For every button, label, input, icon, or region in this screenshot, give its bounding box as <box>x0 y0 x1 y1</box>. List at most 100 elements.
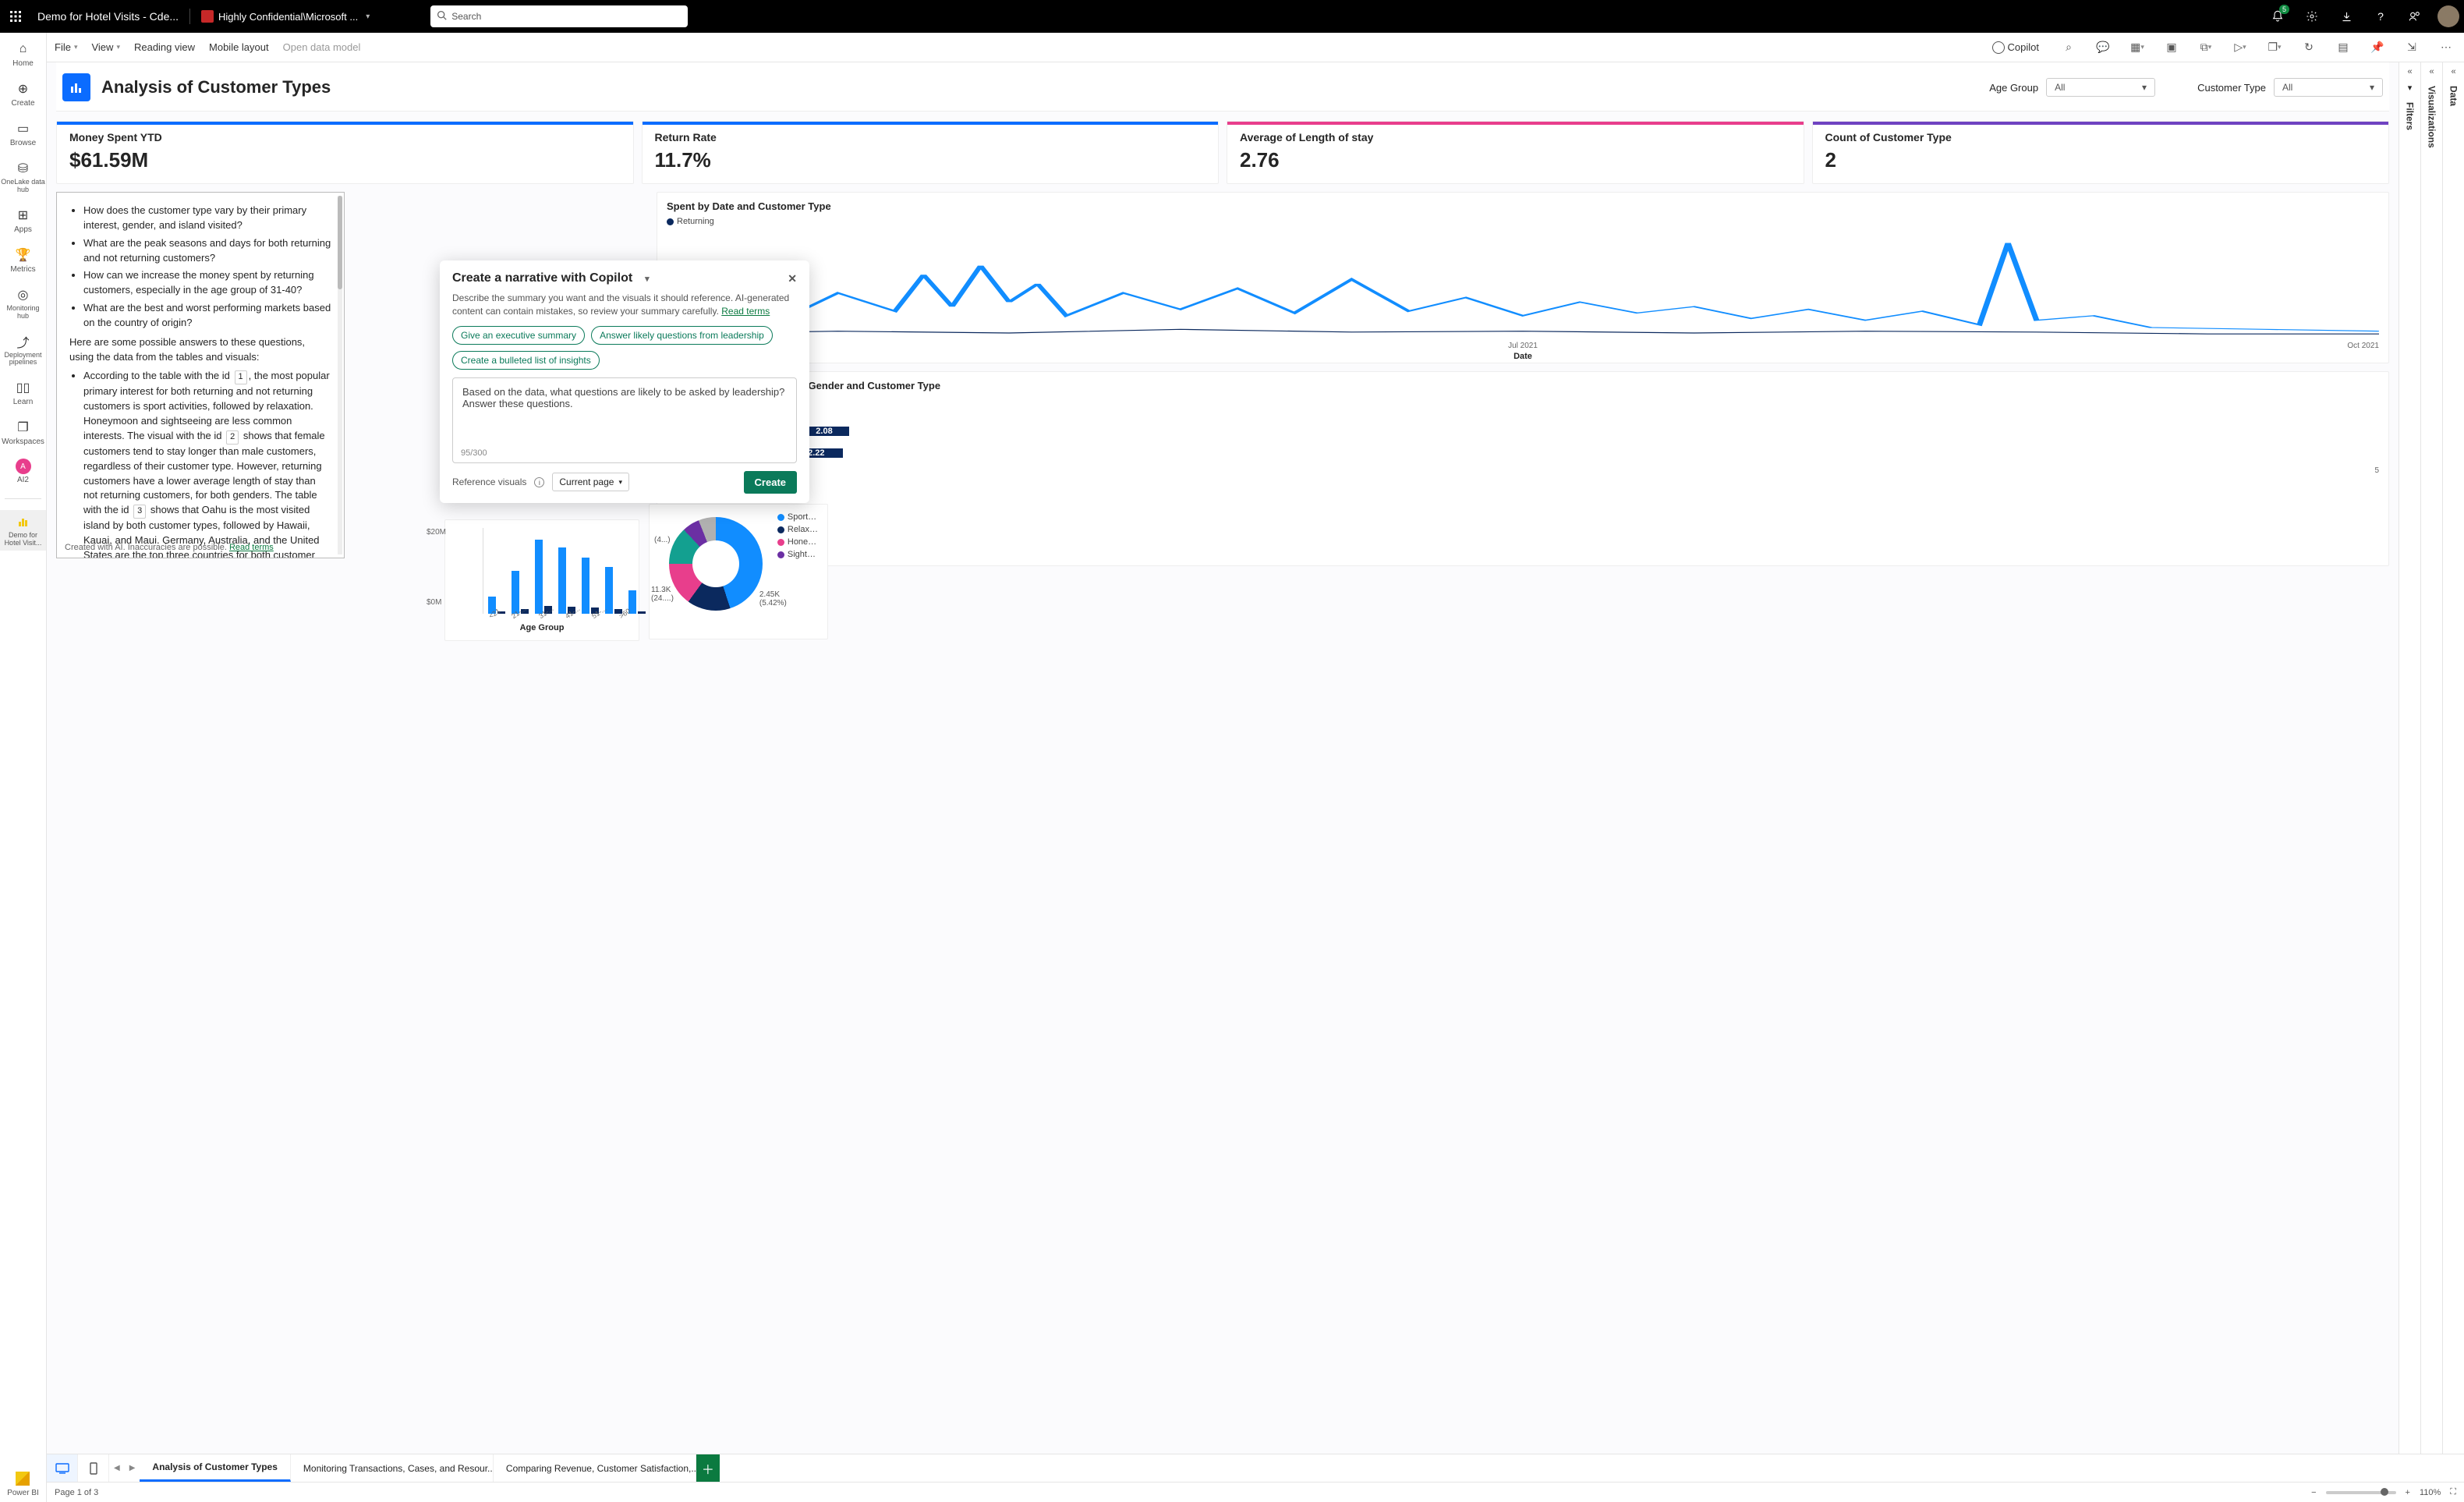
nav-active-report[interactable]: Demo for Hotel Visit... <box>0 510 46 551</box>
bar-chart-card[interactable]: $20M $0M <2121-...31-...41-...51-...>60 <box>444 519 639 641</box>
plus-circle-icon: ⊕ <box>15 80 32 97</box>
menu-view[interactable]: View▾ <box>91 41 119 53</box>
help-icon[interactable]: ? <box>2369 5 2392 28</box>
mobile-layout-button[interactable]: Mobile layout <box>209 41 269 53</box>
prompt-textarea[interactable]: Based on the data, what questions are li… <box>452 377 797 463</box>
suggestion-chip[interactable]: Answer likely questions from leadership <box>591 326 773 345</box>
menu-file[interactable]: File▾ <box>55 41 77 53</box>
x-axis: Apr 2021Jul 2021Oct 2021 <box>667 342 2379 350</box>
nav-onelake[interactable]: ⛁OneLake data hub <box>0 157 46 197</box>
shield-icon <box>201 10 214 23</box>
duplicate-icon[interactable]: ❐▾ <box>2264 37 2285 58</box>
scrollbar[interactable] <box>338 196 342 554</box>
area-chart[interactable] <box>667 229 2379 338</box>
donut-chart-card[interactable]: (4...) 11.3K(24....) 2.45K(5.42%) Sport…… <box>649 504 828 639</box>
tab-nav-prev[interactable]: ◀ <box>109 1454 125 1482</box>
kpi-customer-types[interactable]: Count of Customer Type2 <box>1812 121 2390 184</box>
expand-icon[interactable]: « <box>2451 67 2455 76</box>
chevron-down-icon[interactable]: ▾ <box>363 12 373 21</box>
expand-icon[interactable]: « <box>2407 67 2412 76</box>
read-terms-link[interactable]: Read terms <box>229 543 274 552</box>
workspaces-icon: ❐ <box>15 419 32 436</box>
present-icon[interactable]: ▷▾ <box>2230 37 2250 58</box>
copilot-button[interactable]: Copilot <box>1987 38 2044 57</box>
nav-browse[interactable]: ▭Browse <box>0 117 46 151</box>
tab-monitoring[interactable]: Monitoring Transactions, Cases, and Reso… <box>291 1454 494 1482</box>
info-icon[interactable]: i <box>534 477 544 487</box>
nav-workspaces[interactable]: ❐Workspaces <box>0 416 46 449</box>
area-chart-card[interactable]: Spent by Date and Customer Type Returnin… <box>657 192 2389 363</box>
visualizations-pane[interactable]: « Visualizations <box>2420 62 2442 1454</box>
refresh-icon[interactable]: ↻ <box>2299 37 2319 58</box>
suggestion-chip[interactable]: Create a bulleted list of insights <box>452 351 600 370</box>
tab-analysis[interactable]: Analysis of Customer Types <box>140 1454 291 1482</box>
selection-handle[interactable] <box>56 192 63 199</box>
settings-icon[interactable] <box>2300 5 2324 28</box>
chevron-down-icon[interactable]: ▾ <box>645 274 650 284</box>
read-terms-link[interactable]: Read terms <box>721 306 770 317</box>
data-pane[interactable]: « Data <box>2442 62 2464 1454</box>
kpi-return-rate[interactable]: Return Rate11.7% <box>642 121 1220 184</box>
donut-chart[interactable] <box>669 517 763 611</box>
search-placeholder: Search <box>451 11 481 22</box>
nav-metrics[interactable]: 🏆Metrics <box>0 243 46 277</box>
zoom-in-button[interactable]: + <box>2406 1488 2410 1497</box>
chat-icon[interactable]: 💬 <box>2093 37 2113 58</box>
kpi-money[interactable]: Money Spent YTD$61.59M <box>56 121 634 184</box>
selection-handle[interactable] <box>56 551 63 558</box>
x-axis: 05 <box>681 466 2379 475</box>
suggestion-chip[interactable]: Give an executive summary <box>452 326 585 345</box>
page-title: Analysis of Customer Types <box>101 77 331 97</box>
export-icon[interactable]: ⇲ <box>2402 37 2422 58</box>
feedback-icon[interactable] <box>2403 5 2427 28</box>
nav-home[interactable]: ⌂Home <box>0 37 46 71</box>
zoom-out-button[interactable]: − <box>2311 1488 2316 1497</box>
zoom-level: 110% <box>2420 1488 2441 1497</box>
explore-icon[interactable]: ⌕ <box>2059 37 2079 58</box>
nav-monitoring[interactable]: ◎Monitoring hub <box>0 283 46 324</box>
app-launcher-icon[interactable] <box>5 5 27 27</box>
add-page-button[interactable]: ＋ <box>696 1454 720 1482</box>
nav-learn[interactable]: ▯▯Learn <box>0 376 46 409</box>
nav-pipelines[interactable]: ⤴Deployment pipelines <box>0 330 46 370</box>
teams-icon[interactable]: ▦▾ <box>2127 37 2147 58</box>
narrative-question-list: How does the customer type vary by their… <box>69 204 331 331</box>
title-bar: Demo for Hotel Visits - Cde... Highly Co… <box>0 0 2464 33</box>
bookmark-icon[interactable]: ▤ <box>2333 37 2353 58</box>
sensitivity-label[interactable]: Highly Confidential\Microsoft ... ▾ <box>201 10 373 23</box>
search-input[interactable]: Search <box>430 5 688 27</box>
more-icon[interactable]: ⋯ <box>2436 37 2456 58</box>
pin-icon[interactable]: 📌 <box>2367 37 2388 58</box>
insights-icon[interactable]: ▣ <box>2161 37 2182 58</box>
mobile-view-mode[interactable] <box>78 1454 109 1482</box>
expand-icon[interactable]: « <box>2429 67 2434 76</box>
narrative-visual[interactable]: How does the customer type vary by their… <box>56 192 345 558</box>
kpi-length-stay[interactable]: Average of Length of stay2.76 <box>1227 121 1804 184</box>
tab-nav-next[interactable]: ▶ <box>125 1454 140 1482</box>
desktop-view-mode[interactable] <box>47 1454 78 1482</box>
tab-comparing[interactable]: Comparing Revenue, Customer Satisfaction… <box>494 1454 696 1482</box>
notifications-icon[interactable]: 5 <box>2266 5 2289 28</box>
share-icon[interactable]: ⧉▾ <box>2196 37 2216 58</box>
hbar-row-male: Male 2.71 2.22 <box>681 445 2379 462</box>
search-container: Search <box>430 5 688 27</box>
slicer-type[interactable]: All▾ <box>2274 78 2383 97</box>
nav-workspace-ai2[interactable]: AAI2 <box>0 455 46 487</box>
chart-title: Spent by Date and Customer Type <box>667 200 2379 212</box>
user-avatar[interactable] <box>2437 5 2459 27</box>
close-icon[interactable]: ✕ <box>788 272 797 285</box>
reading-view-button[interactable]: Reading view <box>134 41 195 53</box>
nav-apps[interactable]: ⊞Apps <box>0 204 46 237</box>
document-title[interactable]: Demo for Hotel Visits - Cde... <box>37 10 179 23</box>
nav-create[interactable]: ⊕Create <box>0 77 46 111</box>
bar-chart[interactable] <box>483 528 629 614</box>
slicer-age[interactable]: All▾ <box>2046 78 2155 97</box>
hbar-chart-card[interactable]: Average of Length of stay by Gender and … <box>657 371 2389 566</box>
apps-icon: ⊞ <box>15 207 32 224</box>
fit-page-icon[interactable]: ⛶ <box>2450 1487 2456 1497</box>
filters-pane[interactable]: « ▾ Filters <box>2399 62 2420 1454</box>
zoom-slider[interactable] <box>2326 1491 2396 1494</box>
reference-visuals-dropdown[interactable]: Current page▾ <box>552 473 629 491</box>
create-button[interactable]: Create <box>744 471 797 494</box>
download-icon[interactable] <box>2335 5 2358 28</box>
